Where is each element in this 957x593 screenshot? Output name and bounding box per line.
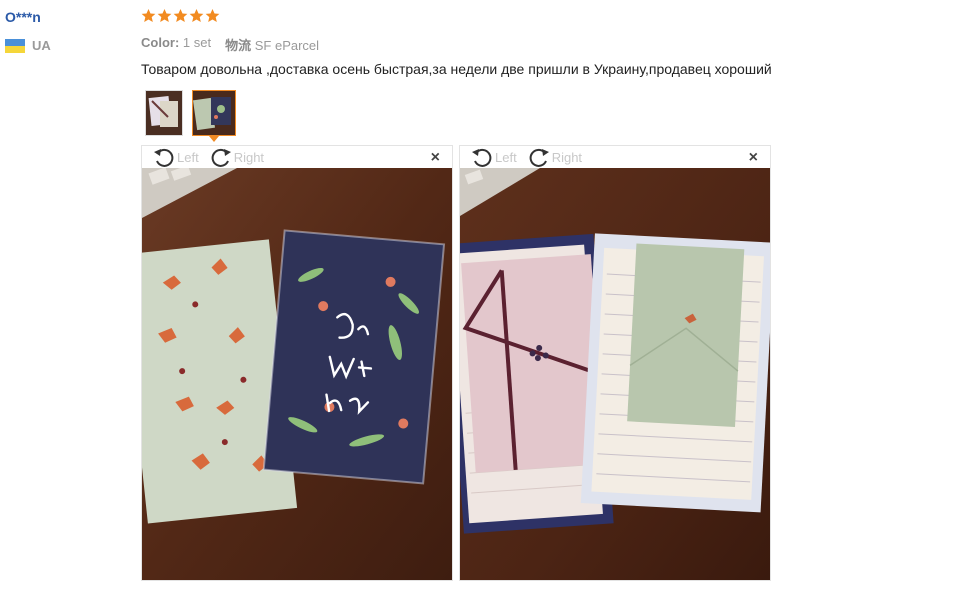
rotate-right-icon: [529, 148, 549, 167]
star-icon: [205, 8, 220, 22]
review-text: Товаром довольна ,доставка осень быстрая…: [141, 61, 772, 77]
star-icon: [189, 8, 204, 22]
rating-stars: [141, 8, 220, 23]
rotate-left-icon: [472, 148, 492, 167]
close-icon[interactable]: ×: [431, 149, 440, 167]
rotate-left-label: Left: [495, 149, 517, 165]
thumbnail-image: [146, 91, 182, 135]
star-icon: [173, 8, 188, 22]
rotate-left-icon: [154, 148, 174, 167]
ukraine-flag-icon: [5, 38, 25, 53]
rotate-right-icon: [211, 148, 231, 167]
photo-viewer-2: Left Right ×: [459, 145, 771, 581]
review-item: O***n UA Color: 1 set 物流 SF eParcel Това…: [0, 0, 957, 593]
color-label: Color:: [141, 35, 180, 50]
review-meta: Color: 1 set 物流 SF eParcel: [141, 35, 319, 54]
thumbnail-photo-1[interactable]: [145, 90, 183, 136]
rotate-left-label: Left: [177, 149, 199, 165]
reviewer-name[interactable]: O***n: [5, 9, 41, 25]
rotate-right-button[interactable]: Right: [209, 147, 264, 167]
thumbnail-photo-2[interactable]: [192, 90, 236, 136]
shipping-attribute: 物流 SF eParcel: [225, 35, 319, 54]
rotate-right-button[interactable]: Right: [527, 147, 582, 167]
close-icon[interactable]: ×: [749, 149, 758, 167]
rotate-right-label: Right: [551, 149, 583, 165]
rotate-left-button[interactable]: Left: [152, 147, 199, 167]
review-photo-image: [460, 168, 770, 580]
photo-viewer-1: Left Right ×: [141, 145, 453, 581]
viewer-toolbar: Left Right ×: [460, 146, 770, 168]
color-value: 1 set: [182, 35, 212, 50]
viewer-toolbar: Left Right ×: [142, 146, 452, 168]
review-photo-2: [460, 168, 770, 580]
thumbnail-image: [193, 91, 235, 135]
shipping-label: 物流: [225, 38, 252, 53]
review-photo-image: [142, 168, 452, 580]
reviewer-country: UA: [5, 38, 51, 53]
color-attribute: Color: 1 set: [141, 35, 211, 54]
rotate-right-label: Right: [233, 149, 265, 165]
review-photo-1: [142, 168, 452, 580]
selected-thumbnail-indicator: [209, 136, 219, 142]
photo-thumbnails: [145, 90, 236, 136]
rotate-left-button[interactable]: Left: [470, 147, 517, 167]
country-code: UA: [32, 38, 51, 53]
star-icon: [157, 8, 172, 22]
shipping-value: SF eParcel: [254, 38, 320, 53]
star-icon: [141, 8, 156, 22]
